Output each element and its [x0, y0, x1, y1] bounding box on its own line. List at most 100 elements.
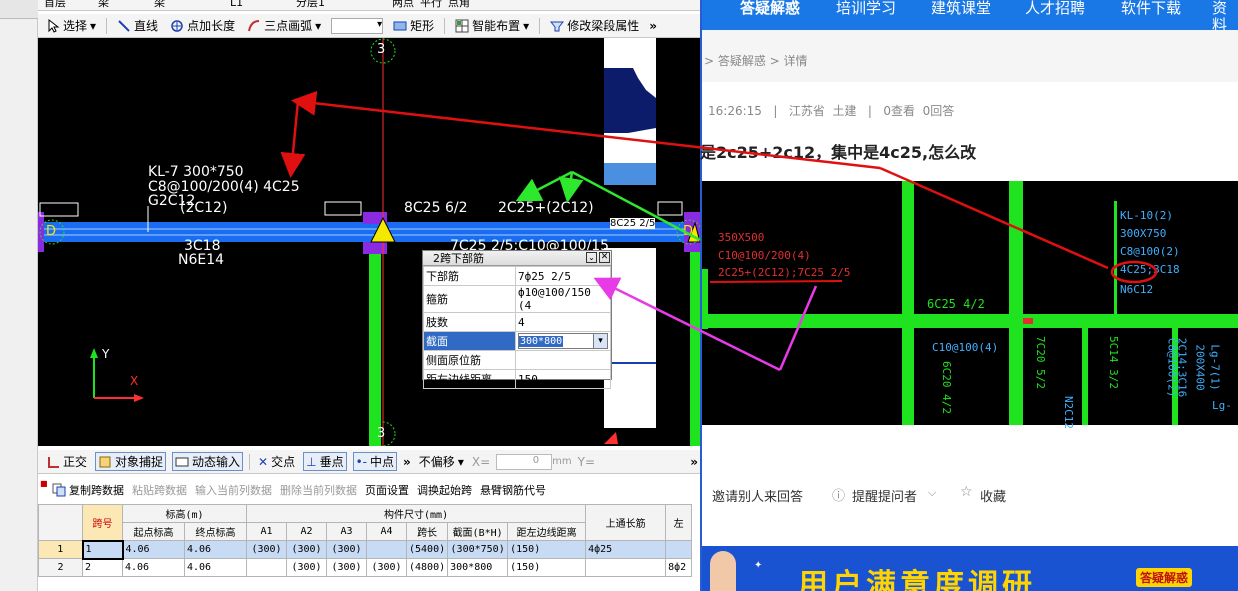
chevron-down-icon[interactable]: ▾	[593, 334, 607, 348]
draw-toolbar: 选择 ▾ 直线 点加长度 三点画弧 ▾ ▾ 矩形 智能布置 ▾ 修改梁段属性 »	[38, 14, 702, 38]
span-grid: 跨号 标高(m) 构件尺寸(mm) 上通长筋 左 起点标高 终点标高 A1 A2…	[38, 504, 700, 591]
ortho-icon	[48, 456, 59, 468]
left-panel	[0, 0, 38, 591]
point-length-icon	[171, 19, 183, 32]
nav-item-downloads[interactable]: 软件下载	[1121, 0, 1181, 17]
arc-dropdown[interactable]: ▾	[331, 17, 384, 34]
invite-answer-link[interactable]: 邀请别人来回答	[712, 486, 803, 505]
type-select[interactable]: 梁	[98, 0, 148, 10]
property-row[interactable]: 下部筋 7ф25 2/5	[423, 266, 611, 286]
star-icon: ☆	[960, 484, 973, 500]
survey-banner[interactable]: ✦ 用户满意度调研 答疑解惑	[702, 546, 1238, 591]
layer-select[interactable]: 分层1	[296, 0, 386, 10]
bottom-left-rebar-2: N6E14	[178, 252, 225, 268]
dynamic-input-icon	[175, 457, 189, 466]
column-center	[369, 243, 381, 446]
section-input[interactable]: 300*800 ▾	[518, 333, 608, 349]
nav-item-qa[interactable]: 答疑解惑	[740, 0, 800, 17]
breadcrumb-bar: > 答疑解惑 > 详情	[702, 30, 1238, 82]
pin-icon[interactable]: ■	[40, 479, 48, 488]
banner-tag: 答疑解惑	[1136, 568, 1193, 587]
property-table: 下部筋 7ф25 2/5 箍筋 ф10@100/150 (4 肢数 4 截面 300*8…	[423, 266, 611, 389]
x-input[interactable]: 0	[496, 453, 553, 470]
line-button[interactable]: 直线	[115, 17, 160, 34]
table-row[interactable]: 1 1 4.06 4.06 (300) (300) (300) (5400) (…	[38, 539, 693, 560]
question-title: 是2c25+2c12，集中是4c25,怎么改	[700, 143, 977, 162]
property-row[interactable]: 肢数 4	[423, 312, 611, 332]
span-table: 跨号 标高(m) 构件尺寸(mm) 上通长筋 左 起点标高 终点标高 A1 A2…	[38, 504, 693, 577]
property-row[interactable]: 侧面原位筋	[423, 350, 611, 370]
midpoint-snap[interactable]: •- 中点	[352, 452, 398, 471]
parallel-button[interactable]: 平行	[420, 0, 442, 10]
side-rebar-value[interactable]	[515, 350, 611, 370]
toolbar-overflow-icon[interactable]: »	[649, 19, 657, 33]
grid-icon	[455, 19, 469, 32]
cursor-icon	[48, 18, 60, 33]
property-row[interactable]: 箍筋 ф10@100/150 (4	[423, 285, 611, 313]
banner-title: 用户满意度调研	[798, 568, 1036, 591]
cantilever-code-button[interactable]: 悬臂钢筋代号	[480, 482, 546, 498]
subtype-select[interactable]: 梁	[154, 0, 224, 10]
line-icon	[118, 19, 130, 32]
element-select[interactable]: L1	[230, 0, 290, 9]
copy-icon	[52, 483, 66, 497]
object-snap-toggle[interactable]: 对象捕捉	[95, 452, 167, 471]
question-meta: 16:26:15 | 江苏省 土建 | 0查看 0回答	[708, 104, 955, 118]
delete-column-button[interactable]: 删除当前列数据	[280, 482, 357, 498]
swap-start-span-button[interactable]: 调换起始跨	[417, 482, 472, 498]
point-angle-button[interactable]: 点角	[448, 0, 470, 10]
rect-button[interactable]: 矩形	[391, 17, 436, 34]
paste-span-button[interactable]: 粘贴跨数据	[132, 482, 187, 498]
stirrup-value[interactable]: ф10@100/150 (4	[515, 285, 611, 313]
character-illustration	[710, 551, 736, 591]
intersection-snap[interactable]: ✕ 交点	[256, 453, 297, 470]
arc-icon	[248, 19, 260, 31]
axis-3-bottom: 3	[377, 426, 386, 441]
perpendicular-snap[interactable]: ⊥ 垂点	[303, 452, 347, 471]
nav-item-classroom[interactable]: 建筑课堂	[931, 0, 991, 17]
property-row[interactable]: 距左边线距离 150	[423, 369, 611, 389]
arc-button[interactable]: 三点画弧 ▾	[245, 17, 323, 34]
edit-span-button[interactable]: 修改梁段属性	[548, 17, 641, 34]
axis-d-left: D	[46, 224, 57, 239]
edge-rebar-label: 8C25 2/5	[610, 218, 656, 229]
favorite-button[interactable]: 收藏	[980, 486, 1006, 505]
beam-label-1: KL-7 300*750	[148, 164, 244, 180]
table-row[interactable]: 2 2 4.06 4.06 (300) (300) (300) (4800) 3…	[38, 558, 693, 577]
point-length-button[interactable]: 点加长度	[168, 17, 237, 34]
nav-item-docs[interactable]: 资料	[1212, 0, 1238, 34]
ortho-toggle[interactable]: 正交	[44, 453, 89, 470]
input-column-button[interactable]: 输入当前列数据	[195, 482, 272, 498]
axis-d-right: D	[683, 224, 694, 239]
question-image[interactable]: 350X500 C10@100/200(4) 2C25+(2C12);7C25 …	[702, 181, 1238, 429]
column-right	[690, 243, 700, 446]
left-distance-value[interactable]: 150	[515, 369, 611, 389]
snap-overflow-icon[interactable]: »	[403, 455, 411, 469]
dynamic-input-toggle[interactable]: 动态输入	[172, 452, 244, 471]
page-setup-button[interactable]: 页面设置	[365, 482, 409, 498]
copy-span-button[interactable]: 复制跨数据	[52, 482, 124, 498]
floor-toolbar: 首层 梁 梁 L1 分层1 两点 平行 点角	[38, 0, 702, 11]
info-icon: ⓘ	[832, 489, 846, 504]
property-row-selected[interactable]: 截面 300*800 ▾	[423, 331, 611, 351]
floor-select[interactable]: 首层	[44, 0, 92, 10]
smart-layout-button[interactable]: 智能布置 ▾	[453, 17, 531, 34]
sparkle-icon: ✦	[754, 560, 763, 571]
intersection-icon: ✕	[258, 454, 269, 469]
close-icon[interactable]: ✕	[599, 252, 610, 263]
edit-beam-icon	[550, 21, 565, 31]
breadcrumb[interactable]: > 答疑解惑 > 详情	[704, 52, 808, 69]
remind-asker-link[interactable]: 提醒提问者	[852, 486, 917, 505]
nav-item-training[interactable]: 培训学习	[836, 0, 896, 17]
chevron-down-icon[interactable]: ⌵	[928, 486, 936, 500]
left-panel-header	[0, 0, 38, 19]
offset-select[interactable]: 不偏移 ▾	[417, 453, 466, 470]
axis-3-top: 3	[377, 42, 386, 57]
legs-value[interactable]: 4	[515, 312, 611, 332]
select-button[interactable]: 选择 ▾	[44, 17, 98, 34]
nav-item-jobs[interactable]: 人才招聘	[1025, 0, 1085, 17]
two-point-button[interactable]: 两点	[392, 0, 414, 10]
collapse-icon[interactable]: ⌄	[586, 252, 597, 263]
top-nav: 答疑解惑 培训学习 建筑课堂 人才招聘 软件下载 资料	[702, 0, 1238, 34]
bottom-rebar-value[interactable]: 7ф25 2/5	[515, 266, 611, 286]
